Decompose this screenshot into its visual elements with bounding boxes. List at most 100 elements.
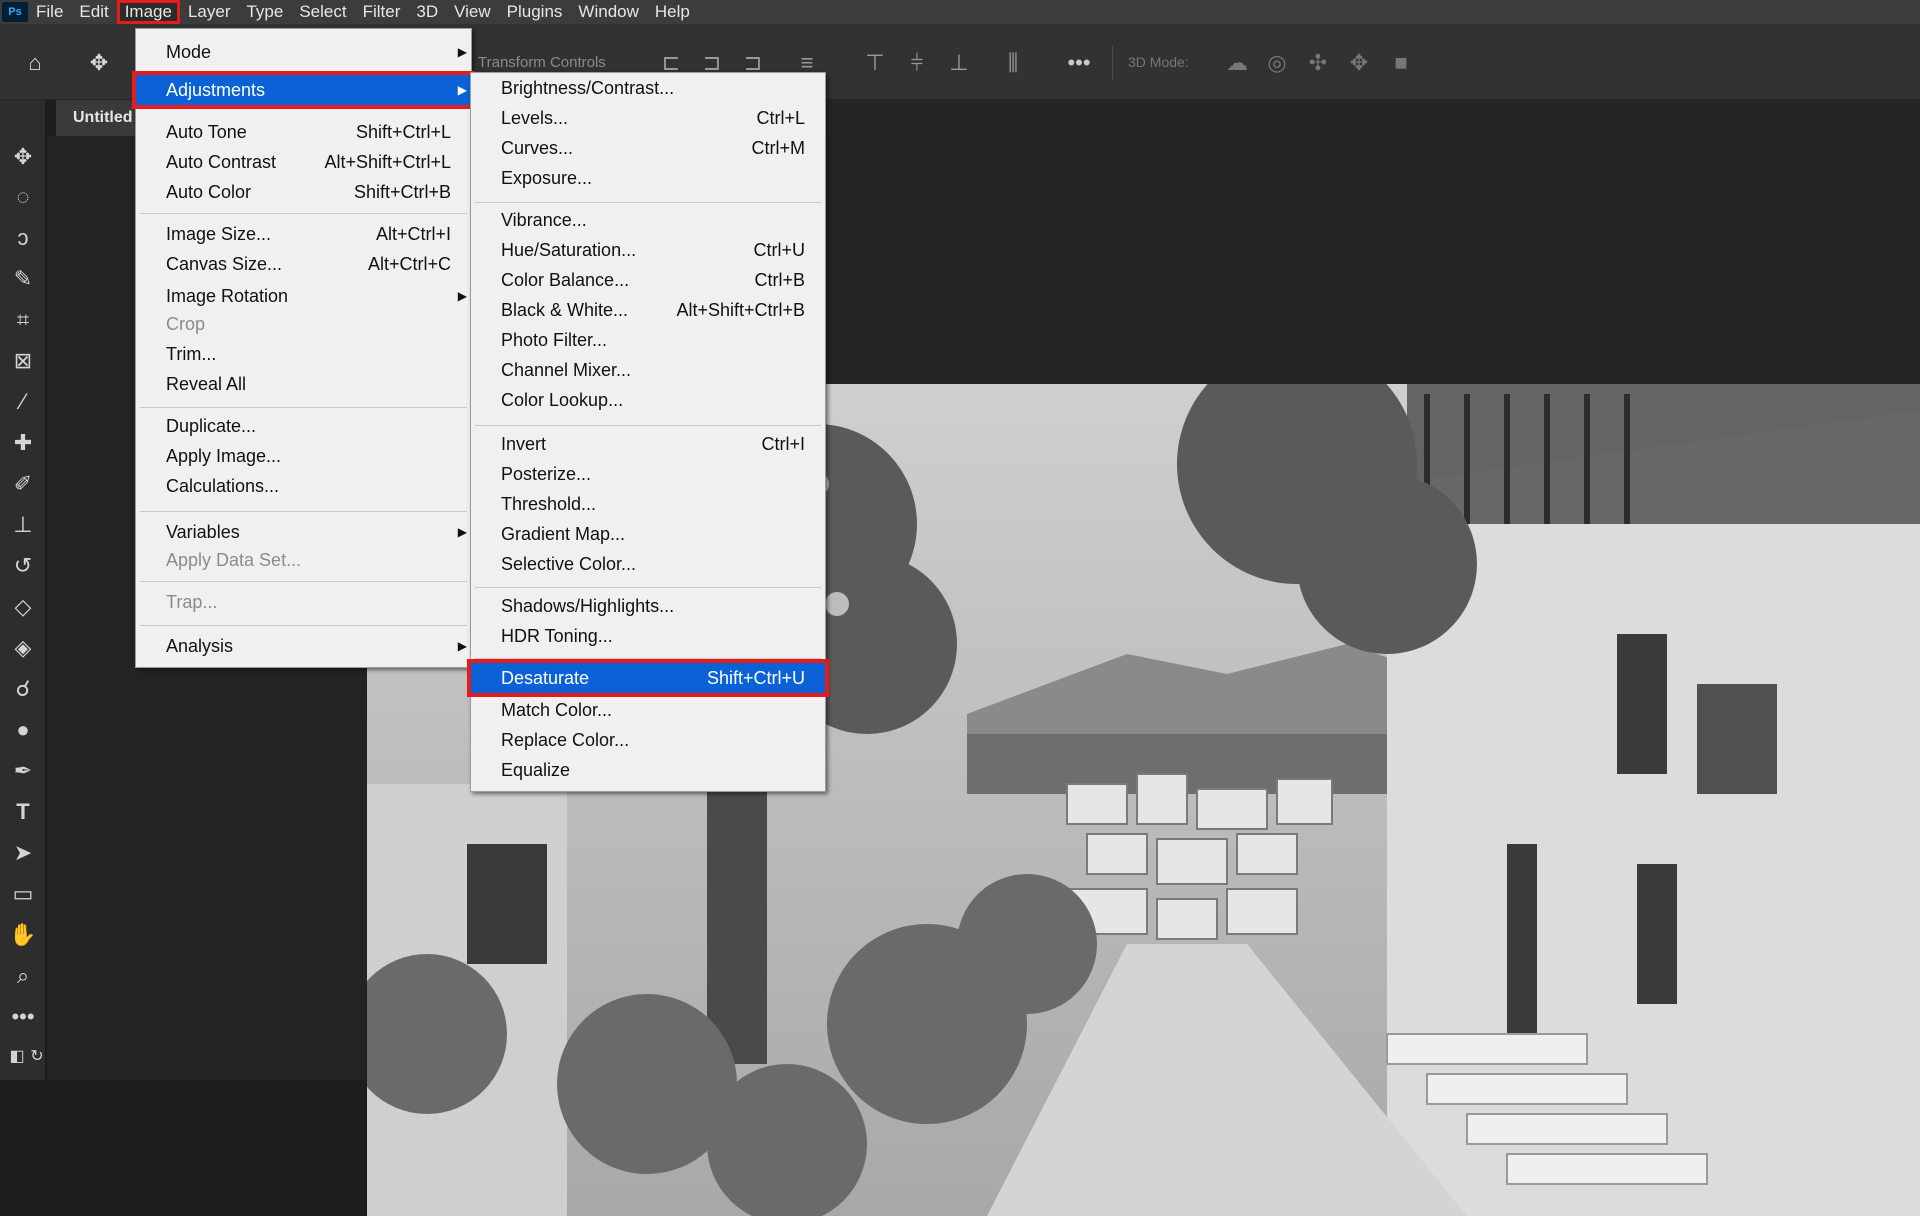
brush-tool-icon[interactable]: ✐ (6, 467, 40, 501)
align-top-icon[interactable]: ⊤ (860, 48, 890, 78)
menu-item-label: Channel Mixer... (501, 360, 632, 380)
menu-type[interactable]: Type (238, 0, 291, 24)
menu-item-duplicate[interactable]: Duplicate... (136, 411, 471, 441)
menu-item-levels[interactable]: Levels... Ctrl+L (471, 103, 825, 133)
3d-video-icon[interactable]: ■ (1386, 48, 1416, 78)
zoom-tool-icon[interactable]: ⌕ (6, 959, 40, 993)
menu-select[interactable]: Select (291, 0, 354, 24)
menu-item-label: Image Rotation (166, 286, 289, 306)
menu-item-brightness-contrast[interactable]: Brightness/Contrast... (471, 73, 825, 103)
menu-item-shadows-highlights[interactable]: Shadows/Highlights... (471, 591, 825, 621)
menu-3d[interactable]: 3D (408, 0, 446, 24)
menu-item-match-color[interactable]: Match Color... (471, 695, 825, 725)
menu-item-hue-saturation[interactable]: Hue/Saturation... Ctrl+U (471, 235, 825, 265)
eraser-tool-icon[interactable]: ◇ (6, 590, 40, 624)
menu-help[interactable]: Help (647, 0, 698, 24)
menu-item-auto-color[interactable]: Auto Color Shift+Ctrl+B (136, 177, 471, 207)
crop-tool-icon[interactable]: ⌗ (6, 303, 40, 337)
3d-pan-icon[interactable]: ✣ (1303, 48, 1333, 78)
healing-brush-tool-icon[interactable]: ✚ (6, 426, 40, 460)
menu-item-label: Apply Image... (166, 446, 282, 466)
menu-item-black-white[interactable]: Black & White... Alt+Shift+Ctrl+B (471, 295, 825, 325)
menu-item-auto-tone[interactable]: Auto Tone Shift+Ctrl+L (136, 117, 471, 147)
menu-item-posterize[interactable]: Posterize... (471, 459, 825, 489)
frame-tool-icon[interactable]: ⊠ (6, 344, 40, 378)
menu-item-label: Trim... (166, 344, 217, 364)
more-icon[interactable]: ••• (1064, 48, 1094, 78)
menu-item-label: Reveal All (166, 374, 247, 394)
menu-item-exposure[interactable]: Exposure... (471, 163, 825, 193)
shortcut-label: Ctrl+U (753, 240, 805, 260)
menu-view[interactable]: View (446, 0, 499, 24)
menu-file[interactable]: File (28, 0, 71, 24)
smudge-tool-icon[interactable]: ☌ (6, 672, 40, 706)
menu-item-reveal-all[interactable]: Reveal All (136, 369, 471, 399)
menu-item-replace-color[interactable]: Replace Color... (471, 725, 825, 755)
menu-item-adjustments[interactable]: Adjustments ▶ (132, 71, 475, 109)
distribute-vertical-icon[interactable]: ⫼ (998, 48, 1028, 78)
move-icon[interactable]: ✥ (84, 48, 114, 78)
clone-stamp-tool-icon[interactable]: ⊥ (6, 508, 40, 542)
menu-item-canvas-size[interactable]: Canvas Size... Alt+Ctrl+C (136, 249, 471, 279)
eyedropper-tool-icon[interactable]: ⁄ (6, 385, 40, 419)
menu-item-label: Vibrance... (501, 210, 587, 230)
menu-item-label: Apply Data Set... (166, 550, 302, 570)
menu-item-calculations[interactable]: Calculations... (136, 471, 471, 501)
home-icon[interactable]: ⌂ (20, 48, 50, 78)
menu-item-color-lookup[interactable]: Color Lookup... (471, 385, 825, 415)
menu-item-label: Canvas Size... (166, 254, 283, 274)
3d-slide-icon[interactable]: ✥ (1344, 48, 1374, 78)
menu-separator (140, 625, 467, 626)
menu-item-variables[interactable]: Variables ▶ (136, 517, 471, 547)
menu-layer[interactable]: Layer (180, 0, 239, 24)
menu-item-gradient-map[interactable]: Gradient Map... (471, 519, 825, 549)
path-selection-tool-icon[interactable]: ➤ (6, 836, 40, 870)
menu-item-photo-filter[interactable]: Photo Filter... (471, 325, 825, 355)
rectangle-tool-icon[interactable]: ▭ (6, 877, 40, 911)
more-tools-icon[interactable]: ••• (6, 1000, 40, 1034)
menu-item-label: Desaturate (501, 668, 590, 688)
align-bottom-icon[interactable]: ⊥ (944, 48, 974, 78)
submenu-arrow-icon: ▶ (457, 45, 467, 59)
menu-item-equalize[interactable]: Equalize (471, 755, 825, 785)
menu-item-desaturate[interactable]: Desaturate Shift+Ctrl+U (467, 659, 829, 697)
menu-item-label: Exposure... (501, 168, 593, 188)
menu-item-curves[interactable]: Curves... Ctrl+M (471, 133, 825, 163)
quick-selection-tool-icon[interactable]: ✎ (6, 262, 40, 296)
menu-window[interactable]: Window (570, 0, 646, 24)
menu-item-selective-color[interactable]: Selective Color... (471, 549, 825, 579)
3d-mode-label: 3D Mode: (1128, 54, 1189, 70)
menu-item-label: Analysis (166, 636, 234, 656)
transform-controls-label[interactable]: Transform Controls (478, 54, 606, 71)
3d-orbit-icon[interactable]: ☁ (1222, 48, 1252, 78)
menu-item-trim[interactable]: Trim... (136, 339, 471, 369)
menu-image[interactable]: Image (116, 0, 180, 24)
dodge-tool-icon[interactable]: ● (6, 713, 40, 747)
type-tool-icon[interactable]: T (6, 795, 40, 829)
menu-item-analysis[interactable]: Analysis ▶ (136, 631, 471, 661)
marquee-tool-icon[interactable]: ◌ (6, 180, 40, 214)
menu-item-image-size[interactable]: Image Size... Alt+Ctrl+I (136, 219, 471, 249)
menu-item-color-balance[interactable]: Color Balance... Ctrl+B (471, 265, 825, 295)
menu-item-image-rotation[interactable]: Image Rotation ▶ (136, 281, 471, 311)
hand-tool-icon[interactable]: ✋ (6, 918, 40, 952)
menu-item-mode[interactable]: Mode ▶ (136, 37, 471, 67)
menu-item-label: Threshold... (501, 494, 597, 514)
menu-item-apply-image[interactable]: Apply Image... (136, 441, 471, 471)
history-brush-tool-icon[interactable]: ↺ (6, 549, 40, 583)
align-middle-icon[interactable]: ⫩ (902, 48, 932, 78)
menu-item-vibrance[interactable]: Vibrance... (471, 205, 825, 235)
paint-bucket-tool-icon[interactable]: ◈ (6, 631, 40, 665)
menu-plugins[interactable]: Plugins (499, 0, 571, 24)
move-tool-icon[interactable]: ✥ (6, 140, 40, 174)
pen-tool-icon[interactable]: ✒ (6, 754, 40, 788)
menu-item-threshold[interactable]: Threshold... (471, 489, 825, 519)
menu-item-invert[interactable]: Invert Ctrl+I (471, 429, 825, 459)
menu-item-channel-mixer[interactable]: Channel Mixer... (471, 355, 825, 385)
menu-edit[interactable]: Edit (71, 0, 116, 24)
lasso-tool-icon[interactable]: ↄ (6, 221, 40, 255)
3d-roll-icon[interactable]: ◎ (1262, 48, 1292, 78)
menu-item-hdr-toning[interactable]: HDR Toning... (471, 621, 825, 651)
menu-filter[interactable]: Filter (355, 0, 409, 24)
menu-item-auto-contrast[interactable]: Auto Contrast Alt+Shift+Ctrl+L (136, 147, 471, 177)
